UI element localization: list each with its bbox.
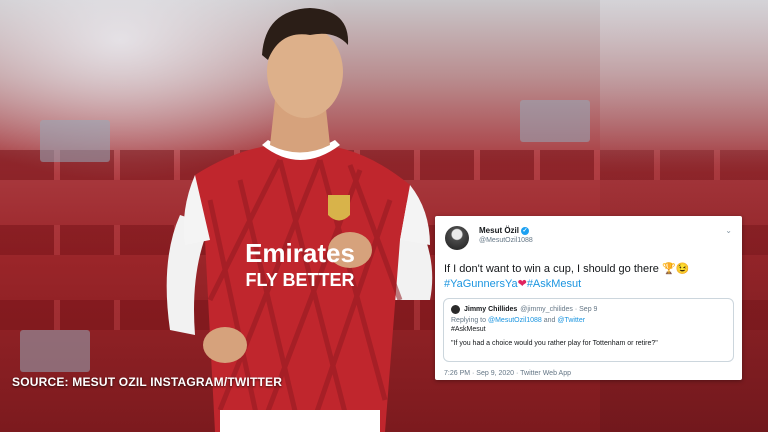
image-source-caption: SOURCE: MESUT OZIL INSTAGRAM/TWITTER bbox=[12, 375, 283, 389]
replying-to-line: Replying to @MesutOzil1088 and @Twitter bbox=[451, 317, 726, 324]
chevron-down-icon[interactable]: ⌄ bbox=[725, 226, 732, 235]
tweet-hashtags: #YaGunnersYa❤#AskMesut bbox=[443, 277, 734, 292]
quoted-hashtag: #AskMesut bbox=[451, 326, 486, 333]
stadium-seat-block bbox=[520, 100, 590, 142]
tweet-author-name[interactable]: Mesut Özil bbox=[479, 226, 519, 235]
jersey-slogan: FLY BETTER bbox=[245, 270, 354, 290]
jersey-sponsor: Emirates bbox=[245, 238, 355, 268]
tweet-text: If I don't want to win a cup, I should g… bbox=[444, 263, 690, 275]
mention-link[interactable]: @Twitter bbox=[557, 317, 585, 324]
stadium-seat-block bbox=[20, 330, 90, 372]
heart-icon: ❤ bbox=[517, 278, 527, 290]
quoted-author-name: Jimmy Chillides bbox=[464, 305, 518, 313]
hashtag-link[interactable]: #AskMesut bbox=[527, 278, 581, 290]
tweet-author-avatar[interactable] bbox=[445, 226, 469, 250]
quoted-tweet-text: "If you had a choice would you rather pl… bbox=[451, 340, 658, 347]
replying-and: and bbox=[543, 317, 556, 324]
hashtag-link[interactable]: #YaGunnersYa bbox=[444, 278, 518, 290]
stadium-seat-block bbox=[40, 120, 110, 162]
replying-prefix: Replying to bbox=[451, 317, 487, 324]
quoted-author-handle-date: @jimmy_chilides · Sep 9 bbox=[520, 305, 598, 313]
tweet-author-handle[interactable]: @MesutOzil1088 bbox=[479, 237, 533, 244]
mention-link[interactable]: @MesutOzil1088 bbox=[488, 317, 542, 324]
quoted-author-avatar bbox=[451, 304, 460, 314]
verified-badge-icon: ✓ bbox=[521, 226, 530, 235]
tweet-card[interactable]: Mesut Özil ✓ @MesutOzil1088 ⌄ If I don't … bbox=[435, 216, 742, 380]
player-figure: Emirates FLY BETTER bbox=[166, 8, 433, 432]
tweet-timestamp[interactable]: 7:26 PM · Sep 9, 2020 · Twitter Web App bbox=[443, 370, 734, 377]
quoted-tweet[interactable]: Jimmy Chillides @jimmy_chilides · Sep 9 … bbox=[443, 298, 734, 362]
